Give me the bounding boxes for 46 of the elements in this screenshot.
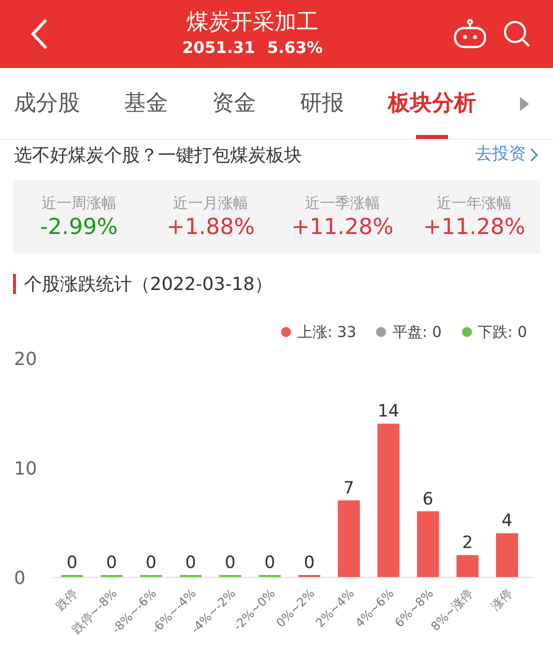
bar-value-label: 0	[304, 553, 315, 573]
section-marker	[13, 274, 16, 294]
chevron-right-icon	[530, 148, 539, 162]
bar-value-label: 6	[422, 489, 434, 510]
period-label: 近一周涨幅	[41, 193, 116, 214]
index-price: 2051.31	[182, 37, 256, 59]
bar-value-label: 0	[264, 553, 276, 573]
header-title: 煤炭开采加工	[186, 9, 318, 37]
promo-text: 选不好煤炭个股？一键打包煤炭板块	[14, 144, 302, 168]
legend-label: 下跌: 0	[478, 322, 527, 343]
more-tabs-icon[interactable]	[520, 96, 529, 110]
axis-tick-label: 10	[14, 458, 37, 480]
tab[interactable]: 研报	[300, 68, 344, 139]
bar	[496, 533, 518, 577]
bar-value-label: 0	[66, 553, 78, 573]
period-label: 近一月涨幅	[173, 193, 248, 214]
bar-value-label: 0	[106, 553, 117, 573]
axis-tick-label: 0	[14, 568, 26, 589]
tab[interactable]: 资金	[212, 68, 256, 139]
bar-value-label: 2	[462, 533, 473, 554]
legend-label: 上涨: 33	[297, 322, 356, 343]
tab[interactable]: 基金	[124, 68, 168, 139]
period-return: +11.28%	[291, 214, 394, 242]
section-title: 个股涨跌统计（2022-03-18）	[24, 272, 273, 296]
category-label: 跌停	[53, 586, 80, 614]
period-return: -2.99%	[40, 214, 118, 242]
period-return: +1.88%	[166, 214, 255, 242]
robot-icon[interactable]	[453, 19, 487, 49]
tab[interactable]: 板块分析	[388, 68, 476, 139]
period-return: +11.28%	[422, 214, 526, 242]
bar-value-label: 0	[185, 553, 196, 573]
bar-value-label: 14	[378, 402, 400, 422]
period-label: 近一季涨幅	[304, 193, 380, 214]
bar-value-label: 4	[502, 511, 512, 532]
legend-label: 平盘: 0	[392, 322, 442, 343]
bar-value-label: 7	[343, 478, 354, 498]
search-icon[interactable]	[503, 20, 531, 48]
bar-value-label: 0	[146, 553, 157, 573]
period-label: 近一年涨幅	[436, 193, 512, 214]
tab[interactable]: 成分股	[14, 68, 80, 139]
bar-value-label: 0	[224, 553, 236, 573]
category-label: 涨停	[488, 586, 516, 614]
bar	[416, 511, 439, 577]
index-change: 5.63%	[267, 37, 323, 59]
axis-tick-label: 20	[14, 349, 37, 370]
bar	[456, 555, 478, 577]
